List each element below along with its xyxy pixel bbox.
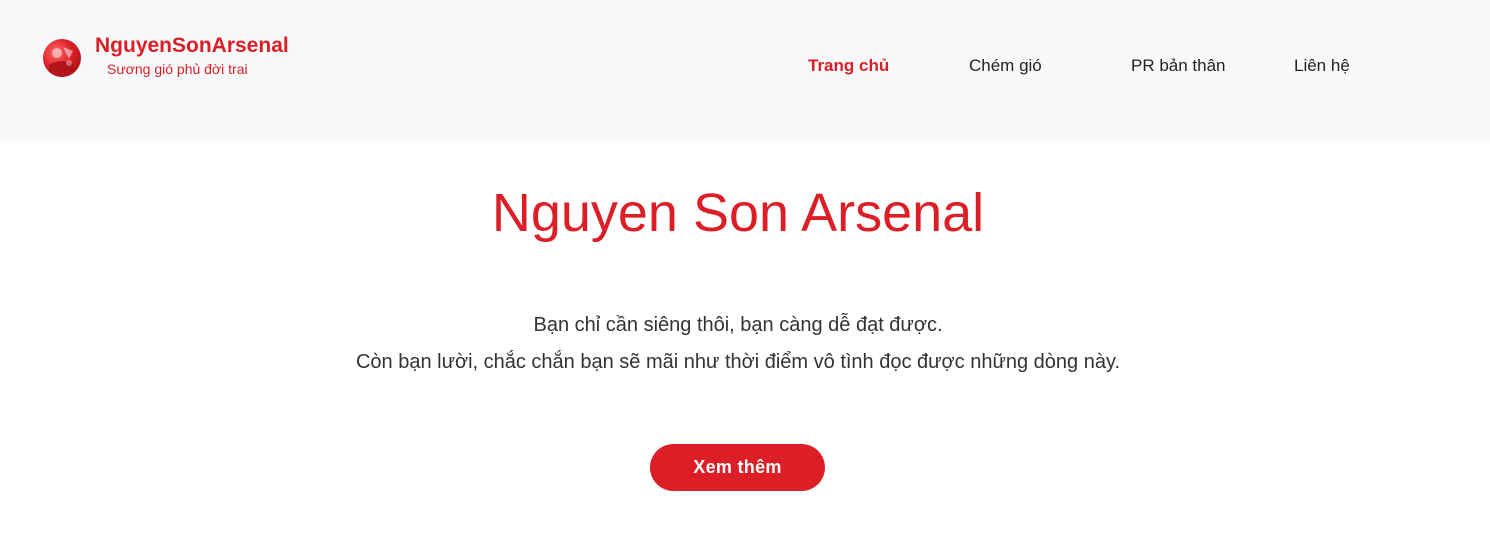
nav-item-pr-ban-than[interactable]: PR bản thân bbox=[1131, 55, 1226, 77]
hero-text-line-2: Còn bạn lười, chắc chắn bạn sẽ mãi như t… bbox=[355, 351, 1121, 373]
see-more-button[interactable]: Xem thêm bbox=[650, 444, 825, 491]
main-nav: Trang chủ Chém gió PR bản thân Liên hệ bbox=[0, 55, 1490, 79]
nav-item-trang-chu[interactable]: Trang chủ bbox=[808, 55, 889, 77]
site-header: NguyenSonArsenal Sương gió phủ đời trai … bbox=[0, 0, 1490, 141]
hero-text-line-1: Bạn chỉ cần siêng thôi, bạn càng dễ đạt … bbox=[533, 314, 943, 336]
nav-item-lien-he[interactable]: Liên hệ bbox=[1294, 55, 1350, 77]
nav-item-chem-gio[interactable]: Chém gió bbox=[969, 55, 1042, 77]
hero-title: Nguyen Son Arsenal bbox=[491, 183, 985, 243]
